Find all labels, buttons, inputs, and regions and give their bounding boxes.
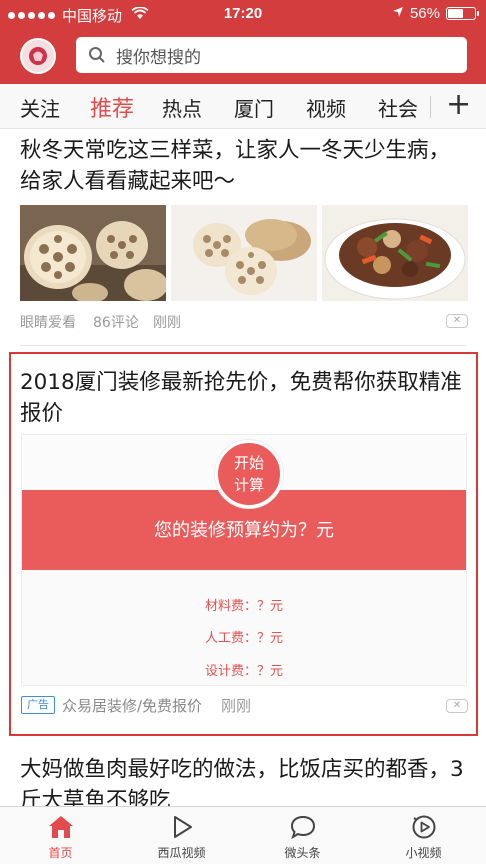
- search-icon: [88, 46, 106, 64]
- stir-fry-dish-thumbnail: [322, 205, 468, 301]
- location-arrow-icon: [392, 5, 404, 22]
- article-thumbnails: [20, 205, 468, 301]
- nav-short-video[interactable]: 小视频: [363, 807, 484, 864]
- search-input[interactable]: 搜你想搜的: [76, 37, 467, 73]
- nav-xigua-label: 西瓜视频: [157, 846, 206, 860]
- channel-tabs: 关注 推荐 热点 厦门 视频 社会 +: [0, 84, 486, 129]
- ad-time: 刚刚: [221, 697, 252, 715]
- nav-home-label: 首页: [48, 846, 73, 860]
- tab-hot[interactable]: 热点: [162, 93, 202, 122]
- ad-material-cost: 材料费：？元: [204, 599, 283, 614]
- dismiss-button[interactable]: ✕: [446, 314, 468, 328]
- divider: [20, 345, 466, 346]
- battery-fill: [448, 9, 463, 18]
- tab-divider: [430, 96, 431, 118]
- ad-banner-text: 您的装修预算约为？元: [154, 520, 334, 541]
- ad-labor-cost: 人工费：？元: [204, 631, 283, 646]
- ad-source[interactable]: 众易居装修/免费报价: [62, 695, 202, 716]
- ad-tag: 广告: [21, 696, 55, 714]
- short-video-icon: [411, 814, 437, 840]
- chat-bubble-icon: [290, 814, 316, 840]
- tab-follow[interactable]: 关注: [20, 93, 60, 122]
- nav-home[interactable]: 首页: [0, 807, 121, 864]
- tab-video[interactable]: 视频: [306, 93, 346, 122]
- tab-society[interactable]: 社会: [378, 93, 418, 122]
- ad-circle-line-2: 计算: [233, 476, 264, 494]
- article-source[interactable]: 眼睛爱看: [20, 312, 76, 332]
- nav-weitoutiao[interactable]: 微头条: [242, 807, 363, 864]
- add-channel-button[interactable]: +: [446, 88, 471, 122]
- ad-circle-line-1: 开始: [233, 454, 264, 472]
- tab-xiamen[interactable]: 厦门: [234, 93, 274, 122]
- article-time: 刚刚: [153, 315, 181, 331]
- ad-creative[interactable]: 您的装修预算约为？元 开始 计算 材料费：？元 人工费：？元 设计费：？元: [21, 434, 467, 686]
- nav-xigua-video[interactable]: 西瓜视频: [121, 807, 242, 864]
- nav-weitoutiao-label: 微头条: [284, 846, 321, 860]
- ad-design-cost: 设计费：？元: [204, 664, 283, 679]
- search-placeholder: 搜你想搜的: [116, 47, 201, 68]
- user-avatar-icon: [29, 47, 47, 65]
- start-calculate-button[interactable]: 开始 计算: [215, 440, 283, 508]
- ad-dismiss-button[interactable]: ✕: [446, 699, 468, 713]
- nav-short-video-label: 小视频: [405, 846, 442, 860]
- tab-recommended[interactable]: 推荐: [90, 91, 134, 123]
- status-bar: 中国移动 17:20 56%: [0, 0, 486, 28]
- avatar[interactable]: [20, 38, 56, 74]
- bottom-nav: 首页 西瓜视频 微头条 小视频: [0, 806, 486, 864]
- top-header: 搜你想搜的: [0, 28, 486, 84]
- battery-percent: 56%: [409, 5, 440, 22]
- play-icon: [169, 814, 195, 840]
- ad-title[interactable]: 2018厦门装修最新抢先价，免费帮你获取精准报价: [20, 367, 472, 429]
- battery-icon: [446, 7, 479, 20]
- lotus-root-thumbnail-2: [171, 205, 317, 301]
- article-title[interactable]: 秋冬天常吃这三样菜，让家人一冬天少生病，给家人看看藏起来吧～: [20, 135, 470, 197]
- article-comments: 86评论: [93, 315, 139, 331]
- lotus-root-thumbnail-1: [20, 205, 166, 301]
- home-icon: [48, 814, 74, 840]
